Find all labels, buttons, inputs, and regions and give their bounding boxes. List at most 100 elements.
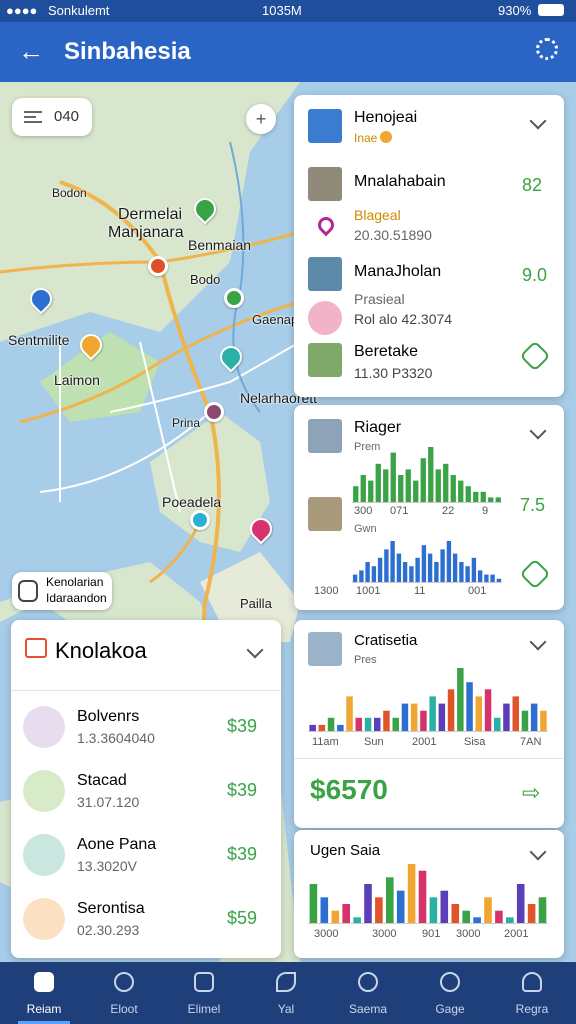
chart-bar [512, 696, 519, 732]
bottom-nav: Reiam Eloot Elimel Yal Saema Gage Regra [0, 962, 576, 1024]
map-marker-icon[interactable] [224, 288, 244, 308]
chart-bar [435, 469, 441, 503]
item-name: Bolvenrs [77, 708, 140, 725]
chart-bar [490, 574, 495, 583]
chart-bar [420, 710, 427, 732]
item-name: Stacad [77, 772, 127, 789]
map-label-4: Benmaian [188, 237, 252, 253]
chart-bar [353, 486, 359, 503]
chevron-down-icon[interactable] [529, 112, 547, 130]
navigate-icon[interactable] [519, 340, 551, 372]
item-price: $39 [227, 780, 258, 800]
arrow-right-icon[interactable]: ⇨ [522, 780, 540, 806]
chart-bar [374, 717, 381, 732]
nav-search[interactable]: Saema [332, 962, 404, 1024]
place-item-detail: 20.30.51890 [354, 227, 432, 243]
chart-bar [392, 717, 399, 732]
place-thumbnail [308, 301, 342, 335]
place-card[interactable]: Henojeai Inae Mnalahabain 82 Blageal 20.… [294, 95, 564, 397]
nav-explore[interactable]: Eloot [88, 962, 160, 1024]
place-item-value: 9.0 [522, 265, 548, 285]
list-item[interactable]: Aone Pana 13.3020V $39 [11, 826, 281, 886]
search-icon [358, 972, 378, 992]
list-item[interactable]: Serontisa 02.30.293 $59 [11, 890, 281, 950]
axis-tick: 1001 [356, 585, 381, 597]
carrier-label: Sonkulemt [48, 3, 110, 18]
divider [294, 758, 564, 759]
map-marker-icon[interactable] [204, 402, 224, 422]
map-label-10: Prina [172, 416, 201, 430]
chart-bar [438, 703, 446, 732]
map-marker-icon[interactable] [148, 256, 168, 276]
back-arrow-icon[interactable]: ← [18, 36, 44, 67]
mini-chart-title: Ugen Saia [310, 842, 381, 859]
axis-tick: 3000 [372, 928, 397, 940]
compass-icon[interactable]: + [246, 104, 276, 134]
stats-sub2: Gwn [354, 523, 377, 535]
axis-tick: 7AN [520, 736, 542, 748]
map-label-12: Pailla [240, 596, 272, 611]
settings-icon[interactable] [536, 38, 558, 60]
nav-list[interactable]: Elimel [168, 962, 240, 1024]
nav-tools[interactable]: Yal [250, 962, 322, 1024]
chart-bar [359, 570, 364, 583]
mini-chart-card[interactable]: Ugen Saia 3000 3000 901 3000 2001 [294, 830, 564, 958]
chart-bar [484, 689, 492, 732]
chevron-down-icon[interactable] [246, 641, 264, 659]
item-detail: 1.3.3604040 [77, 730, 155, 746]
chart-bar [452, 553, 458, 583]
app-bar: ← Sinbahesia [0, 22, 576, 82]
chart-bar [527, 904, 536, 924]
layer-chip-line1: Kenolarian [46, 575, 104, 589]
nav-home[interactable]: Reiam [8, 962, 80, 1024]
chart-bar [360, 475, 366, 503]
chart-bar [516, 884, 525, 924]
item-price: $39 [227, 716, 258, 736]
chart-bar [471, 557, 477, 583]
chart-bar [371, 566, 377, 583]
home-icon [34, 972, 54, 992]
chart-card[interactable]: Cratisetia Pres 11am Sun 2001 Sisa 7AN $… [294, 620, 564, 828]
chart-bar [538, 897, 547, 924]
list-item[interactable]: Bolvenrs 1.3.3604040 $39 [11, 698, 281, 758]
search-chip[interactable]: 040 [12, 98, 92, 136]
list-card[interactable]: Knolakoa Bolvenrs 1.3.3604040 $39 Stacad… [11, 620, 281, 958]
axis-tick: 11am [312, 736, 339, 748]
tools-icon [276, 972, 296, 992]
chart-bar [421, 545, 427, 583]
chart-bar [342, 904, 350, 924]
axis-tick: 3000 [314, 928, 339, 940]
layer-chip[interactable]: Kenolarian Idaraandon [12, 572, 112, 610]
chart-bar [503, 703, 510, 732]
place-thumbnail [308, 343, 342, 377]
profile-icon [522, 972, 542, 992]
chart-bar [428, 447, 434, 503]
place-item-detail: 11.30 P3320 [354, 365, 433, 381]
navigate-icon[interactable] [519, 558, 551, 590]
chart-bar [405, 469, 411, 503]
battery-label: 930% [498, 3, 532, 18]
chart-bar [440, 549, 445, 583]
chevron-down-icon[interactable] [529, 422, 547, 440]
chart-bar [327, 717, 335, 732]
chart-bar [413, 480, 419, 503]
chart-bar [475, 696, 482, 732]
chart-bar [352, 574, 358, 583]
nav-profile[interactable]: Regra [496, 962, 568, 1024]
chart-bar [375, 463, 381, 503]
item-avatar [23, 706, 65, 748]
chevron-down-icon[interactable] [529, 633, 547, 651]
axis-tick: 11 [414, 585, 426, 597]
page-title: Sinbahesia [64, 38, 191, 65]
stats-card-title: Riager [354, 419, 402, 436]
list-item[interactable]: Stacad 31.07.120 $39 [11, 762, 281, 822]
chart-bar [506, 917, 514, 924]
layers-icon [18, 580, 38, 602]
chevron-down-icon[interactable] [529, 843, 547, 861]
stats-card[interactable]: Riager Prem 300 071 22 9 7.5 Gwn 1300 10… [294, 405, 564, 610]
map-marker-icon[interactable] [190, 510, 210, 530]
chart-bar [429, 897, 438, 924]
nav-pages[interactable]: Gage [414, 962, 486, 1024]
chart-thumbnail [308, 632, 342, 666]
chart-bar [495, 910, 503, 924]
